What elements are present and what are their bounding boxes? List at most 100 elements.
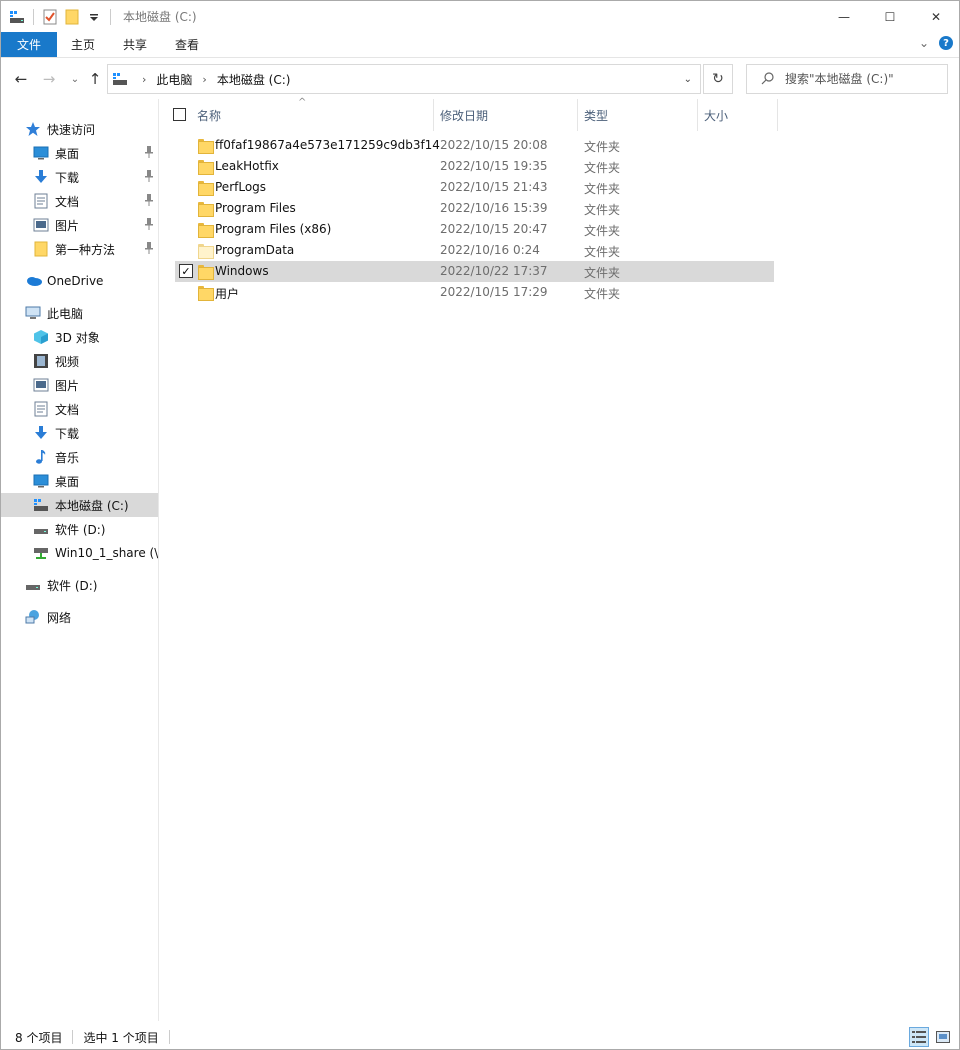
new-folder-icon[interactable] bbox=[64, 9, 80, 25]
sidebar-item-label: 快速访问 bbox=[47, 122, 96, 137]
file-row[interactable]: 用户 2022/10/15 17:29 文件夹 bbox=[175, 282, 774, 303]
file-name[interactable]: LeakHotfix bbox=[215, 159, 279, 173]
expand-ribbon-icon[interactable]: ⌄ bbox=[919, 36, 929, 50]
folder-icon bbox=[198, 264, 212, 278]
sidebar-item[interactable]: 桌面 bbox=[1, 469, 158, 493]
breadcrumb-this-pc[interactable]: 此电脑 bbox=[156, 71, 192, 88]
drive-icon bbox=[33, 521, 49, 537]
tab-file[interactable]: 文件 bbox=[1, 32, 57, 57]
folder-icon bbox=[33, 241, 49, 257]
pictures-icon bbox=[33, 377, 49, 393]
sidebar-item[interactable]: 音乐 bbox=[1, 445, 158, 469]
forward-button[interactable]: → bbox=[37, 67, 61, 91]
sidebar-item[interactable]: 文档 bbox=[1, 189, 158, 213]
explorer-window: 本地磁盘 (C:) — ☐ ✕ 文件 主页 共享 查看 ⌄ ? ← → ⌄ ↑ … bbox=[0, 0, 960, 1050]
toolbar-separator bbox=[110, 8, 111, 25]
sidebar-item[interactable]: 下载 bbox=[1, 165, 158, 189]
sidebar-item[interactable]: 3D 对象 bbox=[1, 325, 158, 349]
quick-access-toolbar bbox=[1, 1, 119, 32]
sidebar-item[interactable]: OneDrive bbox=[1, 269, 158, 293]
folder-icon bbox=[198, 159, 212, 173]
pin-icon bbox=[144, 242, 154, 254]
sidebar-item[interactable]: 网络 bbox=[1, 605, 158, 629]
file-name[interactable]: ff0faf19867a4e573e171259c9db3f14 bbox=[215, 138, 440, 152]
file-name[interactable]: 用户 bbox=[215, 285, 239, 302]
customize-toolbar-icon[interactable] bbox=[86, 9, 102, 25]
row-checkbox[interactable]: ✓ bbox=[179, 264, 193, 278]
breadcrumb-separator[interactable]: › bbox=[202, 73, 206, 86]
sidebar-item[interactable]: 本地磁盘 (C:) bbox=[1, 493, 158, 517]
sidebar-item-label: 视频 bbox=[55, 354, 80, 369]
sidebar-item-label: 第一种方法 bbox=[55, 242, 116, 257]
file-row[interactable]: PerfLogs 2022/10/15 21:43 文件夹 bbox=[175, 177, 774, 198]
sidebar-item[interactable]: 第一种方法 bbox=[1, 237, 158, 261]
refresh-button[interactable]: ↻ bbox=[703, 64, 733, 94]
properties-icon[interactable] bbox=[42, 9, 58, 25]
search-box[interactable] bbox=[746, 64, 948, 94]
sidebar-item[interactable]: 图片 bbox=[1, 373, 158, 397]
large-icons-view-icon bbox=[936, 1031, 950, 1043]
details-view-button[interactable] bbox=[909, 1027, 929, 1047]
sidebar-item[interactable]: 视频 bbox=[1, 349, 158, 373]
pin-icon bbox=[144, 218, 154, 230]
large-icons-view-button[interactable] bbox=[933, 1027, 953, 1047]
close-button[interactable]: ✕ bbox=[913, 1, 959, 32]
ribbon-tabs: 文件 主页 共享 查看 ⌄ ? bbox=[1, 32, 959, 58]
file-name[interactable]: Program Files bbox=[215, 201, 296, 215]
file-modified: 2022/10/22 17:37 bbox=[440, 264, 548, 278]
column-headers: ^ 名称 修改日期 类型 大小 bbox=[161, 97, 959, 131]
file-row[interactable]: Program Files (x86) 2022/10/15 20:47 文件夹 bbox=[175, 219, 774, 240]
cloud-icon bbox=[25, 273, 42, 289]
folder-icon bbox=[198, 180, 212, 194]
sidebar-item[interactable]: 下载 bbox=[1, 421, 158, 445]
sidebar-item[interactable]: 快速访问 bbox=[1, 117, 158, 141]
maximize-button[interactable]: ☐ bbox=[867, 1, 913, 32]
download-icon bbox=[33, 169, 49, 185]
sidebar-item[interactable]: 软件 (D:) bbox=[1, 517, 158, 541]
file-modified: 2022/10/16 0:24 bbox=[440, 243, 540, 257]
tab-share[interactable]: 共享 bbox=[109, 32, 161, 57]
column-header-size[interactable]: 大小 bbox=[698, 99, 778, 131]
sidebar-item[interactable]: 软件 (D:) bbox=[1, 573, 158, 597]
sidebar-item[interactable]: 图片 bbox=[1, 213, 158, 237]
file-name[interactable]: Program Files (x86) bbox=[215, 222, 331, 236]
cube-icon bbox=[33, 329, 49, 345]
item-count: 8 个项目 bbox=[15, 1030, 63, 1045]
file-row[interactable]: ff0faf19867a4e573e171259c9db3f14 2022/10/… bbox=[175, 135, 774, 156]
file-type: 文件夹 bbox=[584, 245, 621, 259]
help-icon[interactable]: ? bbox=[939, 36, 953, 50]
file-row[interactable]: ✓ Windows 2022/10/22 17:37 文件夹 bbox=[175, 261, 774, 282]
breadcrumb-local-disk[interactable]: 本地磁盘 (C:) bbox=[217, 71, 291, 88]
file-row[interactable]: ProgramData 2022/10/16 0:24 文件夹 bbox=[175, 240, 774, 261]
search-input[interactable] bbox=[785, 72, 945, 86]
pin-icon bbox=[144, 194, 154, 206]
file-row[interactable]: LeakHotfix 2022/10/15 19:35 文件夹 bbox=[175, 156, 774, 177]
title-bar: 本地磁盘 (C:) — ☐ ✕ bbox=[1, 1, 959, 32]
sidebar-item[interactable]: Win10_1_share (\\ bbox=[1, 541, 158, 565]
column-header-modified[interactable]: 修改日期 bbox=[434, 99, 578, 131]
column-header-name[interactable]: 名称 bbox=[191, 99, 434, 131]
download-icon bbox=[33, 425, 49, 441]
file-row[interactable]: Program Files 2022/10/16 15:39 文件夹 bbox=[175, 198, 774, 219]
minimize-button[interactable]: — bbox=[821, 1, 867, 32]
address-bar[interactable]: › 此电脑 › 本地磁盘 (C:) ⌄ bbox=[107, 64, 701, 94]
file-modified: 2022/10/15 20:47 bbox=[440, 222, 548, 236]
computer-icon bbox=[25, 305, 41, 321]
file-name[interactable]: ProgramData bbox=[215, 243, 294, 257]
sidebar-item[interactable]: 文档 bbox=[1, 397, 158, 421]
sidebar-item[interactable]: 此电脑 bbox=[1, 301, 158, 325]
system-drive-icon bbox=[33, 497, 49, 513]
breadcrumb-separator[interactable]: › bbox=[142, 73, 146, 86]
tab-home[interactable]: 主页 bbox=[57, 32, 109, 57]
select-all-checkbox[interactable] bbox=[173, 108, 186, 121]
file-modified: 2022/10/15 19:35 bbox=[440, 159, 548, 173]
file-name[interactable]: PerfLogs bbox=[215, 180, 266, 194]
back-button[interactable]: ← bbox=[9, 67, 33, 91]
sidebar-item[interactable]: 桌面 bbox=[1, 141, 158, 165]
file-name[interactable]: Windows bbox=[215, 264, 269, 278]
address-dropdown-icon[interactable]: ⌄ bbox=[684, 74, 692, 85]
up-button[interactable]: ↑ bbox=[83, 67, 107, 91]
column-header-type[interactable]: 类型 bbox=[578, 99, 698, 131]
sidebar-item-label: 此电脑 bbox=[47, 306, 84, 321]
tab-view[interactable]: 查看 bbox=[161, 32, 213, 57]
